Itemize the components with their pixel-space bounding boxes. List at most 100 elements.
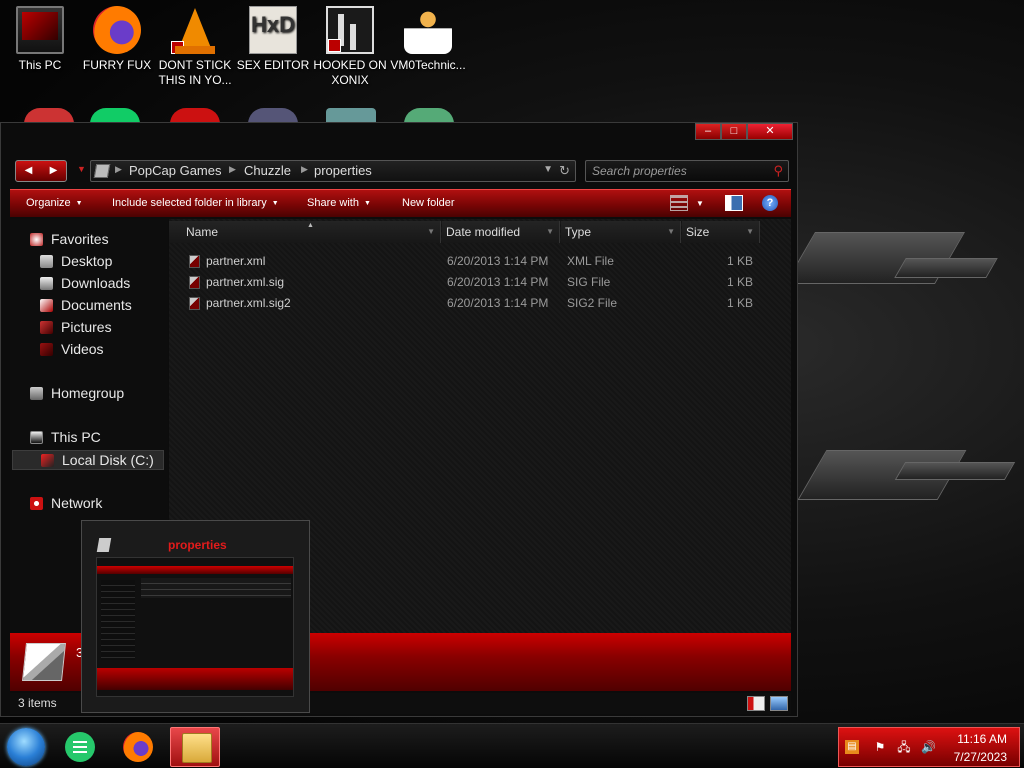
back-button[interactable]: ◀ xyxy=(16,161,41,181)
nav-label: Desktop xyxy=(61,253,113,269)
folder-large-icon xyxy=(22,643,66,681)
nav-local-disk[interactable]: Local Disk (C:) xyxy=(12,450,164,470)
nav-documents[interactable]: Documents xyxy=(40,297,132,313)
status-item-count: 3 items xyxy=(18,696,57,710)
nav-downloads[interactable]: Downloads xyxy=(40,275,130,291)
thumbnail-details xyxy=(97,668,293,690)
file-row[interactable]: partner.xml 6/20/2013 1:14 PM XML File 1… xyxy=(169,251,769,271)
share-with-button[interactable]: Share with ▼ xyxy=(307,197,371,209)
taskbar-file-explorer[interactable] xyxy=(170,727,220,767)
desktop-folder-icon xyxy=(40,255,53,268)
desktop-icon-furry-fux[interactable]: FURRY FUX xyxy=(79,6,155,73)
thumbnail-title: properties xyxy=(168,538,227,552)
tray-app-icon[interactable]: ▤ xyxy=(845,740,859,754)
desktop-icon-vlc[interactable]: DONT STICK THIS IN YO... xyxy=(157,6,233,88)
organize-label: Organize xyxy=(26,197,71,209)
file-row[interactable]: partner.xml.sig2 6/20/2013 1:14 PM SIG2 … xyxy=(169,293,769,313)
file-icon xyxy=(189,297,200,310)
change-view-icon[interactable] xyxy=(670,195,688,211)
new-folder-button[interactable]: New folder xyxy=(402,197,455,209)
file-name: partner.xml.sig2 xyxy=(206,296,291,310)
breadcrumb-separator[interactable]: ▶ xyxy=(301,164,308,175)
close-button[interactable]: ✕ xyxy=(747,123,793,140)
column-dropdown-icon[interactable]: ▼ xyxy=(546,221,554,243)
organize-button[interactable]: Organize ▼ xyxy=(26,197,83,209)
taskbar-thumbnail-preview[interactable]: properties xyxy=(81,520,310,713)
column-dropdown-icon[interactable]: ▼ xyxy=(667,221,675,243)
view-options-dropdown-icon[interactable]: ▼ xyxy=(696,199,704,208)
search-box[interactable]: ⚲ xyxy=(585,160,789,182)
column-header-type[interactable]: Type ▼ xyxy=(561,221,681,243)
thumbnail-toolbar xyxy=(97,566,293,574)
preview-pane-icon[interactable] xyxy=(725,195,743,211)
breadcrumb-separator[interactable]: ▶ xyxy=(115,164,122,175)
search-icon[interactable]: ⚲ xyxy=(773,163,783,179)
search-input[interactable] xyxy=(592,163,762,179)
file-row[interactable]: partner.xml.sig 6/20/2013 1:14 PM SIG Fi… xyxy=(169,272,769,292)
start-button[interactable] xyxy=(7,728,45,766)
doctor-icon xyxy=(404,6,452,54)
column-dropdown-icon[interactable]: ▼ xyxy=(746,221,754,243)
share-with-label: Share with xyxy=(307,197,359,209)
column-dropdown-icon[interactable]: ▼ xyxy=(427,221,435,243)
pictures-folder-icon xyxy=(40,321,53,334)
clock-date[interactable]: 7/27/2023 xyxy=(954,750,1007,764)
file-date: 6/20/2013 1:14 PM xyxy=(447,275,549,289)
taskbar-notes-app[interactable] xyxy=(54,727,104,767)
nav-network[interactable]: Network xyxy=(30,495,102,511)
desktop-icon-xonix[interactable]: HOOKED ON XONIX xyxy=(312,6,388,88)
address-dropdown-icon[interactable]: ▼ xyxy=(543,164,553,175)
nav-videos[interactable]: Videos xyxy=(40,341,104,357)
column-header-date[interactable]: Date modified ▼ xyxy=(442,221,560,243)
action-center-flag-icon[interactable]: ⚑ xyxy=(873,740,887,754)
network-icon[interactable]: 🖧 xyxy=(897,740,911,754)
maximize-button[interactable]: □ xyxy=(721,123,747,140)
column-header-size[interactable]: Size ▼ xyxy=(682,221,760,243)
file-icon xyxy=(189,276,200,289)
file-size: 1 KB xyxy=(726,296,753,310)
command-bar: Organize ▼ Include selected folder in lib… xyxy=(10,189,791,217)
desktop-icon-hex-editor[interactable]: HxD SEX EDITOR xyxy=(235,6,311,73)
nav-favorites[interactable]: Favorites xyxy=(30,231,109,247)
desktop-icon-label: FURRY FUX xyxy=(82,58,152,72)
maze-game-icon xyxy=(326,6,374,54)
breadcrumb-separator[interactable]: ▶ xyxy=(229,164,236,175)
nav-desktop[interactable]: Desktop xyxy=(40,253,112,269)
nav-label: Pictures xyxy=(61,319,112,335)
include-in-library-button[interactable]: Include selected folder in library ▼ xyxy=(112,197,279,209)
file-date: 6/20/2013 1:14 PM xyxy=(447,254,549,268)
nav-label: Videos xyxy=(61,341,104,357)
dropdown-arrow-icon: ▼ xyxy=(75,200,83,207)
minimize-button[interactable]: – xyxy=(695,123,721,140)
breadcrumb-popcap-games[interactable]: PopCap Games xyxy=(129,163,222,178)
details-view-icon[interactable] xyxy=(747,696,765,711)
nav-homegroup[interactable]: Homegroup xyxy=(30,385,124,401)
column-header-name[interactable]: ▲ Name ▼ xyxy=(169,221,441,243)
nav-label: Favorites xyxy=(51,231,109,247)
nav-this-pc[interactable]: This PC xyxy=(30,429,101,445)
taskbar-firefox[interactable] xyxy=(112,727,162,767)
favorites-star-icon xyxy=(30,233,43,246)
file-type: XML File xyxy=(567,254,614,268)
folder-icon xyxy=(96,538,112,552)
desktop-icon-this-pc[interactable]: This PC xyxy=(2,6,78,73)
volume-icon[interactable]: 🔊 xyxy=(921,740,936,754)
breadcrumb-chuzzle[interactable]: Chuzzle xyxy=(244,163,291,178)
documents-folder-icon xyxy=(40,299,53,312)
clock-time[interactable]: 11:16 AM xyxy=(957,732,1007,746)
file-icon xyxy=(189,255,200,268)
breadcrumb-properties[interactable]: properties xyxy=(314,163,372,178)
refresh-icon[interactable]: ↻ xyxy=(559,163,570,179)
nav-label: Downloads xyxy=(61,275,131,291)
shortcut-badge-icon xyxy=(328,39,341,52)
desktop-icon-vm0technic[interactable]: VM0Technic... xyxy=(390,6,466,73)
recent-locations-button[interactable]: ▼ xyxy=(77,164,86,174)
nav-pictures[interactable]: Pictures xyxy=(40,319,112,335)
large-icons-view-icon[interactable] xyxy=(770,696,788,711)
address-bar[interactable]: ▶ PopCap Games ▶ Chuzzle ▶ properties ▼ … xyxy=(90,160,576,182)
help-icon[interactable]: ? xyxy=(762,195,778,211)
desktop-icon-label: SEX EDITOR xyxy=(236,58,310,72)
forward-button[interactable]: ▶ xyxy=(41,161,66,181)
file-date: 6/20/2013 1:14 PM xyxy=(447,296,549,310)
taskbar: ▤ ⚑ 🖧 🔊 11:16 AM 7/27/2023 xyxy=(0,723,1024,768)
